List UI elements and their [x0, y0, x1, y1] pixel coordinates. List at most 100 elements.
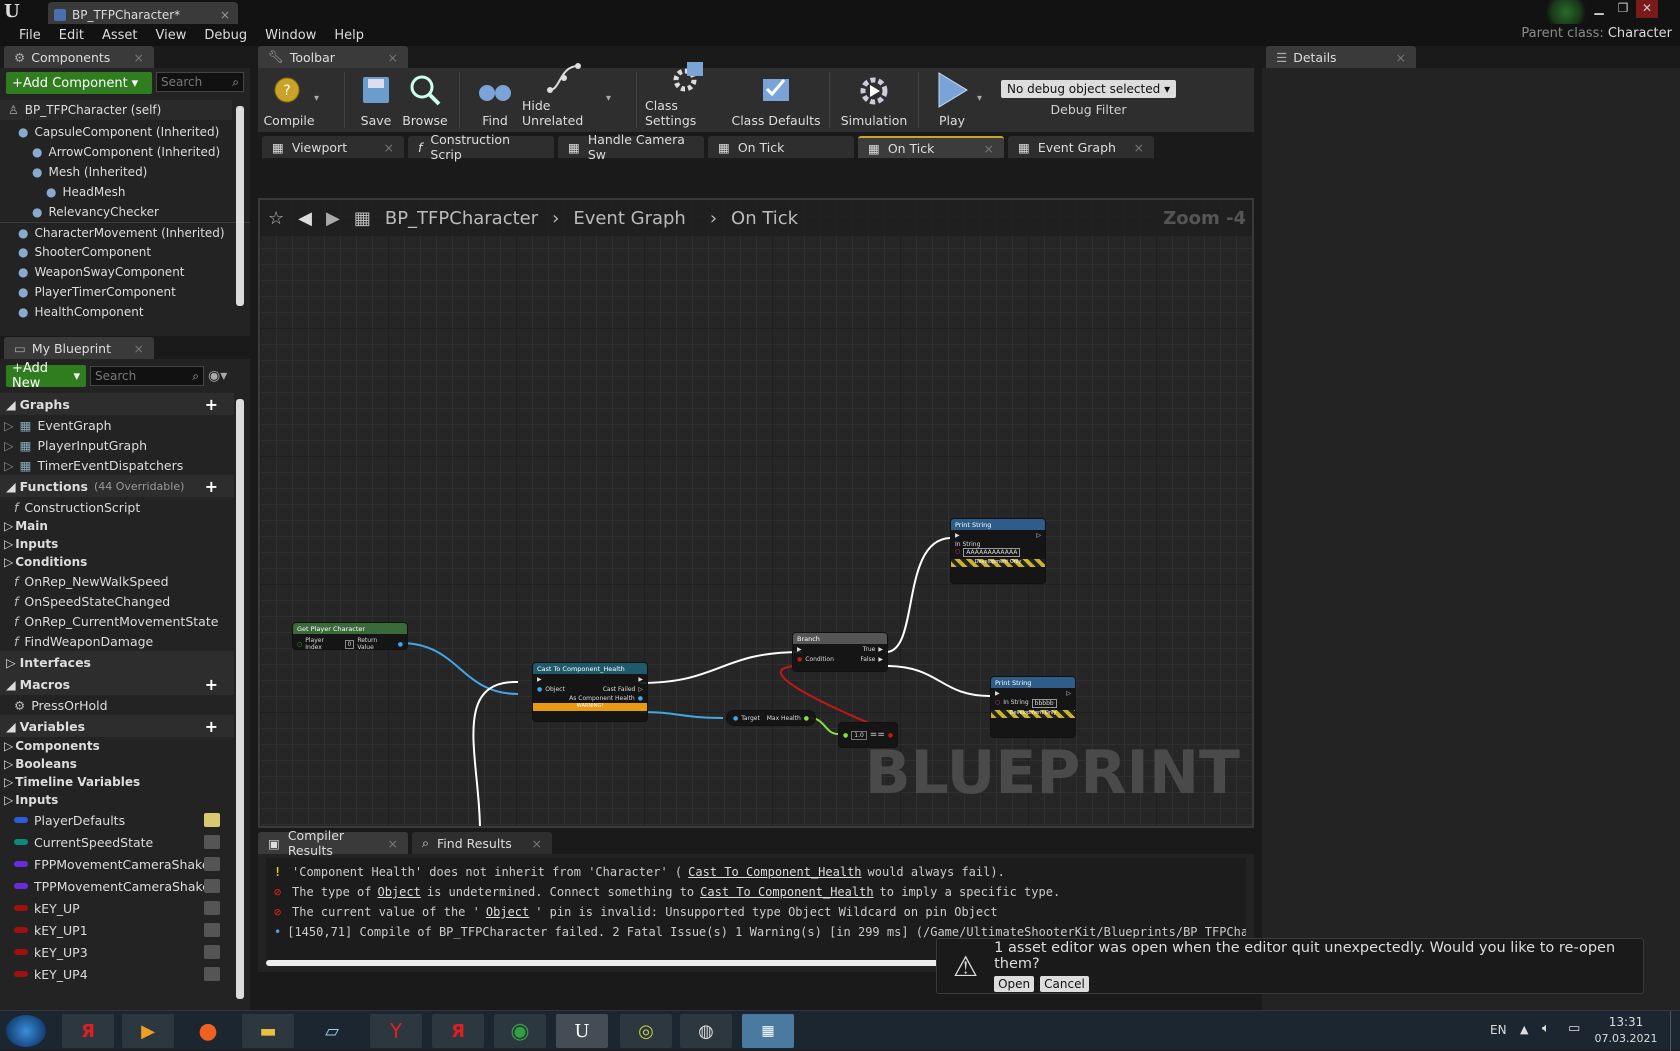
close-icon[interactable]: ×	[532, 836, 542, 851]
pin-in-icon[interactable]: ●	[537, 686, 542, 693]
visibility-eye-icon[interactable]	[204, 901, 220, 915]
component-item[interactable]: ● ShooterComponent	[0, 242, 250, 262]
interfaces-section[interactable]: ▷ Interfaces	[0, 651, 234, 673]
expand-icon[interactable]: ▷	[4, 458, 14, 473]
variable-item[interactable]: FPPMovementCameraShakes	[0, 853, 234, 875]
my-blueprint-scrollbar[interactable]	[236, 399, 244, 999]
functions-section[interactable]: ◢ Functions (44 Overridable) +	[0, 475, 234, 497]
firefox-icon[interactable]: ●	[182, 1014, 234, 1048]
variable-item[interactable]: kEY_UP1	[0, 919, 234, 941]
menu-file[interactable]: File	[10, 28, 50, 43]
menu-view[interactable]: View	[147, 28, 196, 43]
variable-item[interactable]: kEY_UP3	[0, 941, 234, 963]
close-icon[interactable]: ×	[220, 8, 230, 22]
pin-value[interactable]: 0	[344, 639, 355, 649]
pin-in-icon[interactable]: ○	[995, 699, 1000, 708]
add-macro-button[interactable]: +	[205, 675, 218, 694]
class-defaults-button[interactable]: Class Defaults	[731, 68, 821, 128]
close-icon[interactable]: ×	[984, 141, 994, 156]
graph-canvas[interactable]: ☆ ◀ ▶ ▦ BP_TFPCharacter › Event Graph › …	[258, 198, 1254, 828]
visibility-eye-icon[interactable]	[204, 813, 220, 827]
variable-category[interactable]: ▷ Booleans	[0, 755, 234, 773]
close-icon[interactable]: ×	[1396, 50, 1406, 65]
variable-category[interactable]: ▷ Components	[0, 737, 234, 755]
tab-viewport[interactable]: ▦ Viewport ×	[262, 136, 404, 158]
clock-time[interactable]: 13:31	[1598, 1015, 1654, 1029]
source-control-icon[interactable]	[1540, 0, 1592, 24]
debug-object-select[interactable]: No debug object selected ▾	[1001, 79, 1177, 98]
variable-item[interactable]: TPPMovementCameraShakes	[0, 875, 234, 897]
visibility-eye-icon[interactable]	[204, 835, 220, 849]
log-scrollbar[interactable]	[266, 960, 966, 966]
pin-in-icon[interactable]: ○	[297, 641, 302, 648]
my-blueprint-tab[interactable]: ▭ My Blueprint ×	[4, 337, 154, 359]
variable-category[interactable]: ▷ Inputs	[0, 791, 234, 809]
close-icon[interactable]: ×	[1134, 140, 1144, 155]
exec-out-icon[interactable]: ▷	[1066, 690, 1071, 697]
macros-section[interactable]: ◢ Macros +	[0, 673, 234, 695]
log-link[interactable]: Cast To Component_Health	[700, 885, 873, 899]
add-variable-button[interactable]: +	[205, 717, 218, 736]
pin-value[interactable]: 1.0	[851, 730, 867, 740]
back-arrow-icon[interactable]: ◀	[298, 208, 312, 229]
toolbar-tab[interactable]: 🔧︎ Toolbar ×	[258, 46, 408, 68]
breadcrumb-mid[interactable]: Event Graph	[573, 208, 686, 229]
component-item[interactable]: ● PlayerTimerComponent	[0, 282, 250, 302]
tab-construction-script[interactable]: f Construction Scrip	[408, 132, 554, 162]
blueprint-search-input[interactable]: Search ⌕	[90, 366, 204, 386]
exec-in-icon[interactable]: ▶	[797, 646, 802, 653]
add-graph-button[interactable]: +	[205, 395, 218, 414]
function-category[interactable]: ▷ Conditions	[0, 553, 234, 571]
graph-item[interactable]: ▷ ▦ PlayerInputGraph	[0, 435, 234, 455]
yandex-icon[interactable]: Я	[62, 1014, 114, 1048]
component-item[interactable]: ● HeadMesh	[0, 182, 250, 202]
exec-in-icon[interactable]: ▶	[995, 690, 1000, 697]
component-self[interactable]: ♙ BP_TFPCharacter (self)	[0, 100, 232, 120]
node-print-string-1[interactable]: Print String ▶ ▷ In String ○ AAAAAAAAAAAA …	[950, 518, 1046, 584]
start-button-icon[interactable]	[6, 1015, 46, 1047]
menu-edit[interactable]: Edit	[50, 28, 93, 43]
graph-item[interactable]: ▷ ▦ EventGraph	[0, 415, 234, 435]
tab-event-graph[interactable]: ▦ Event Graph ×	[1008, 136, 1154, 158]
notepad-icon[interactable]: ▱	[306, 1014, 358, 1048]
graph-item[interactable]: ▷ ▦ TimerEventDispatchers	[0, 455, 234, 475]
file-explorer-icon[interactable]: ▬	[242, 1014, 294, 1048]
clock-date[interactable]: 07.03.2021	[1594, 1032, 1658, 1045]
node-branch[interactable]: Branch ▶ True ▶ ● Condition False ▶	[792, 632, 888, 672]
browse-button[interactable]: Browse	[399, 68, 451, 128]
visibility-eye-icon[interactable]	[204, 923, 220, 937]
simulation-button[interactable]: Simulation	[838, 68, 910, 128]
network-icon[interactable]: ▭	[1568, 1021, 1580, 1036]
hide-unrelated-button[interactable]: Hide Unrelated	[522, 63, 606, 128]
cancel-button[interactable]: Cancel	[1040, 976, 1089, 992]
parent-class-value[interactable]: Character	[1608, 26, 1672, 41]
volume-icon[interactable]: 🔈︎	[1542, 1021, 1550, 1036]
exec-out-icon[interactable]: ▷	[638, 686, 643, 693]
function-item[interactable]: f OnRep_NewWalkSpeed	[0, 571, 234, 591]
expand-icon[interactable]: ▷	[4, 438, 14, 453]
exec-out-icon[interactable]: ▷	[1036, 532, 1041, 539]
exec-in-icon[interactable]: ▶	[537, 676, 542, 683]
visibility-eye-icon[interactable]	[204, 857, 220, 871]
node-max-health[interactable]: ● Target Max Health ●	[726, 710, 816, 726]
variable-item[interactable]: kEY_UP4	[0, 963, 234, 985]
component-item[interactable]: ● ArrowComponent (Inherited)	[0, 142, 250, 162]
component-item[interactable]: ● WeaponSwayComponent	[0, 262, 250, 282]
pin-out-icon[interactable]: ●	[638, 695, 643, 702]
pin-in-icon[interactable]: ●	[843, 732, 848, 739]
app-icon-2[interactable]: ▦	[742, 1014, 794, 1048]
forward-arrow-icon[interactable]: ▶	[326, 208, 340, 229]
add-new-button[interactable]: +Add New ▾	[6, 361, 86, 391]
close-icon[interactable]: ×	[388, 836, 398, 851]
save-button[interactable]: Save	[353, 68, 399, 128]
pin-value[interactable]: bbbbb	[1031, 699, 1057, 708]
close-window-icon[interactable]: ✕	[1636, 0, 1658, 18]
breadcrumb-leaf[interactable]: On Tick	[731, 208, 798, 229]
close-icon[interactable]: ×	[134, 341, 144, 356]
node-cast-to-component-health[interactable]: Cast To Component_Health ▶ ▶ ● Object Cast …	[532, 662, 648, 722]
add-function-button[interactable]: +	[205, 477, 218, 496]
component-item[interactable]: ● CharacterMovement (Inherited)	[0, 222, 250, 242]
play-options-icon[interactable]: ▾	[977, 93, 995, 104]
components-search-input[interactable]: Search ⌕	[156, 72, 244, 92]
app-icon[interactable]: ◎	[620, 1014, 672, 1048]
